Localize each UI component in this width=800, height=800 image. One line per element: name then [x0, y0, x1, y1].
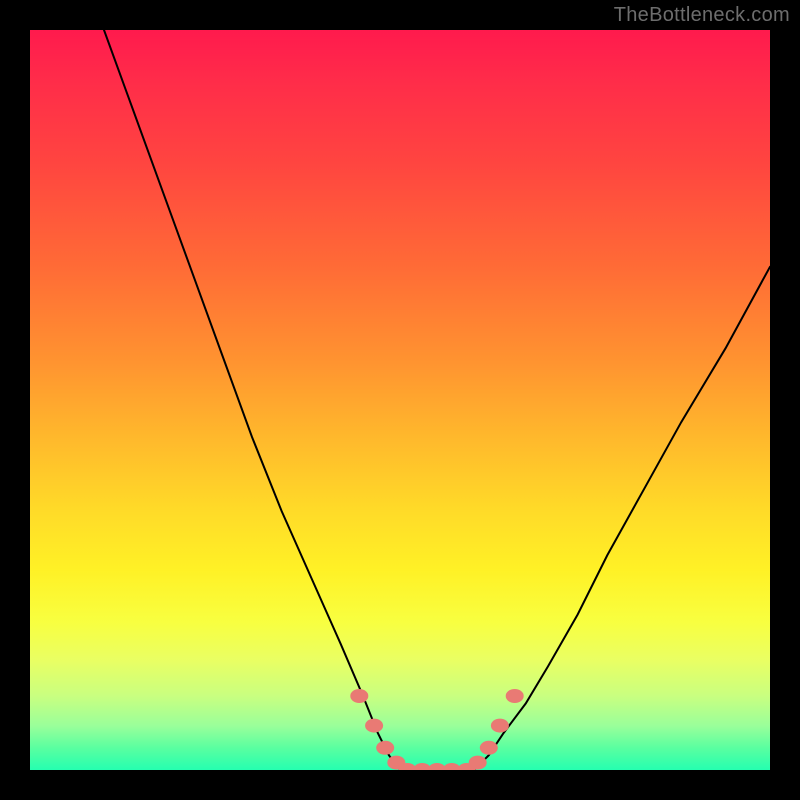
data-markers	[350, 689, 523, 770]
chart-frame: TheBottleneck.com	[0, 0, 800, 800]
curve-path	[104, 30, 770, 770]
watermark-text: TheBottleneck.com	[614, 4, 790, 27]
data-marker	[350, 689, 368, 703]
data-marker	[480, 741, 498, 755]
data-marker	[506, 689, 524, 703]
data-marker	[491, 719, 509, 733]
data-marker	[469, 756, 487, 770]
bottleneck-curve	[104, 30, 770, 770]
data-marker	[376, 741, 394, 755]
plot-area	[30, 30, 770, 770]
data-marker	[365, 719, 383, 733]
chart-svg	[30, 30, 770, 770]
